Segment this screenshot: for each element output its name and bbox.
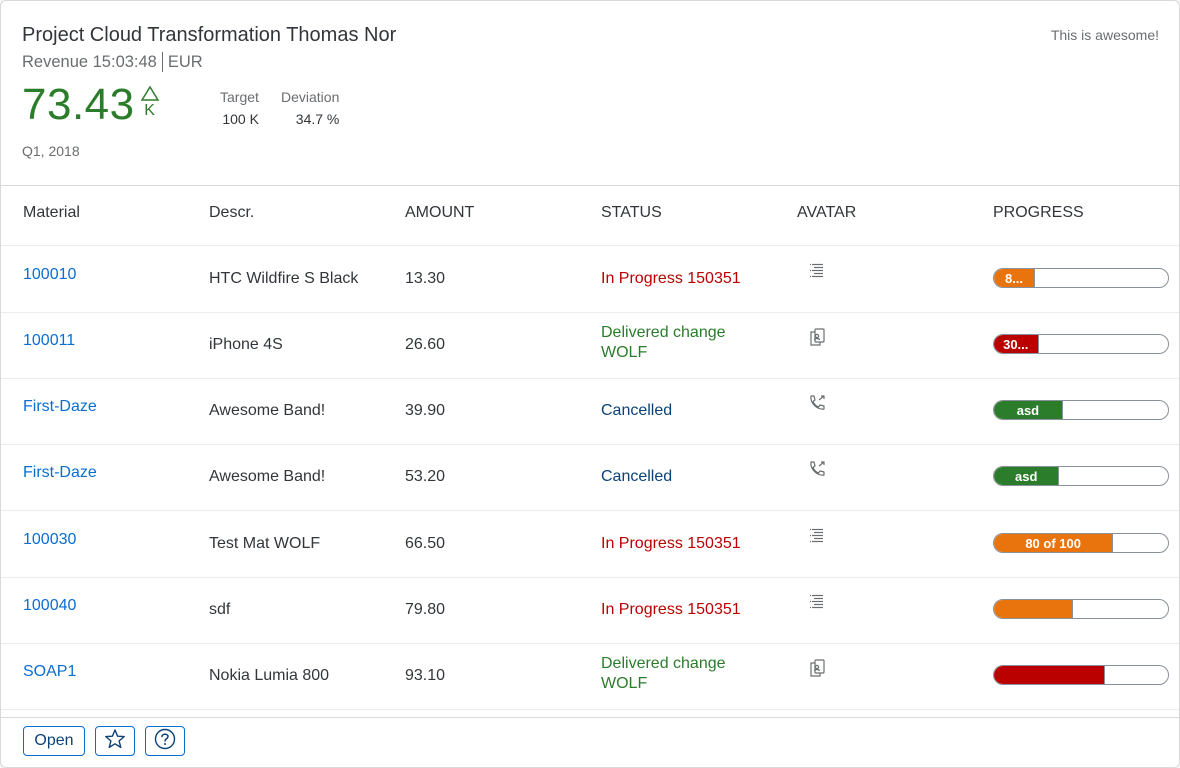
status-cell: In Progress 150351 — [601, 270, 741, 287]
favorite-button[interactable] — [95, 726, 135, 756]
target-label: Target — [220, 89, 259, 105]
progress-indicator: 80 of 100 — [993, 533, 1169, 553]
subtitle-text: Revenue 15:03:48 — [22, 52, 157, 71]
row-divider — [1, 709, 1179, 710]
progress-label: 8... — [1004, 270, 1024, 286]
progress-fill: 30... — [994, 335, 1039, 353]
description-cell: Test Mat WOLF — [209, 535, 321, 552]
status-cell: Cancelled — [601, 468, 673, 485]
amount-cell: 79.80 — [405, 601, 446, 618]
deviation-label: Deviation — [281, 89, 340, 105]
column-header-material: Material — [23, 204, 80, 221]
progress-label: asd — [1014, 468, 1038, 484]
progress-indicator — [993, 599, 1169, 619]
unit-of-measure: EUR — [167, 52, 203, 71]
analytical-card: Project Cloud Transformation Thomas Nor … — [0, 0, 1180, 768]
column-header-progress: PROGRESS — [993, 204, 1084, 221]
help-button[interactable] — [145, 726, 185, 756]
header-details: Q1, 2018 — [22, 143, 80, 159]
column-header-descr: Descr. — [209, 204, 255, 221]
card-header[interactable]: Project Cloud Transformation Thomas Nor … — [1, 1, 1179, 185]
list-icon — [807, 261, 827, 281]
status-cell: In Progress 150351 — [601, 535, 741, 552]
material-link[interactable]: 100011 — [23, 331, 75, 351]
target-value: 100 K — [222, 111, 259, 127]
deviation-value: 34.7 % — [295, 111, 340, 127]
amount-cell: 93.10 — [405, 667, 446, 684]
progress-label: 30... — [1003, 336, 1029, 352]
row-divider — [1, 643, 1179, 644]
trend-up-icon — [140, 86, 159, 101]
star-icon — [104, 728, 126, 755]
target-indicator: Target 100 K — [220, 88, 259, 128]
progress-indicator: asd — [993, 400, 1169, 420]
open-button[interactable]: Open — [23, 726, 85, 756]
list-icon — [807, 592, 827, 612]
progress-indicator: asd — [993, 466, 1169, 486]
row-divider — [1, 510, 1179, 511]
kpi-scale: K — [144, 102, 155, 119]
column-header-status: STATUS — [601, 204, 662, 221]
kpi-number: 73.43 K — [22, 77, 159, 133]
subtitle-separator — [161, 52, 163, 72]
description-cell: sdf — [209, 601, 231, 618]
card-title: Project Cloud Transformation Thomas Nor — [22, 24, 397, 46]
deviation-indicator: Deviation 34.7 % — [281, 88, 339, 128]
material-link[interactable]: 100040 — [23, 596, 76, 616]
row-divider — [1, 378, 1179, 379]
status-cell: Cancelled — [601, 402, 673, 419]
material-link[interactable]: SOAP1 — [23, 662, 76, 682]
progress-label: 80 of 100 — [1025, 535, 1081, 551]
header-status: This is awesome! — [1050, 27, 1159, 43]
row-divider — [1, 312, 1179, 313]
header-divider — [1, 185, 1179, 186]
column-header-amount: AMOUNT — [405, 204, 475, 221]
table-header-divider — [1, 245, 1179, 246]
description-cell: Nokia Lumia 800 — [209, 667, 330, 684]
outgoing-call-icon — [807, 393, 827, 413]
list-icon — [807, 526, 827, 546]
material-link[interactable]: 100030 — [23, 530, 76, 550]
kpi-value: 73.43 — [22, 80, 135, 129]
progress-fill — [994, 666, 1105, 684]
progress-fill: 80 of 100 — [994, 534, 1114, 552]
amount-cell: 66.50 — [405, 535, 446, 552]
material-link[interactable]: First-Daze — [23, 463, 97, 483]
column-header-avatar: AVATAR — [797, 204, 857, 221]
description-cell: HTC Wildfire S Black — [209, 270, 359, 287]
question-mark-icon — [154, 728, 176, 755]
card-footer: Open — [1, 717, 1179, 767]
status-cell: In Progress 150351 — [601, 601, 741, 618]
progress-indicator: 30... — [993, 334, 1169, 354]
card-subtitle: Revenue 15:03:48 EUR — [22, 52, 203, 72]
progress-fill: asd — [994, 467, 1060, 485]
kpi-indicator: K — [140, 86, 159, 120]
row-divider — [1, 577, 1179, 578]
description-cell: iPhone 4S — [209, 336, 283, 353]
progress-fill: 8... — [994, 269, 1036, 287]
description-cell: Awesome Band! — [209, 468, 326, 485]
amount-cell: 26.60 — [405, 336, 446, 353]
material-link[interactable]: 100010 — [23, 265, 76, 285]
progress-fill: asd — [994, 401, 1063, 419]
material-link[interactable]: First-Daze — [23, 397, 97, 417]
row-divider — [1, 444, 1179, 445]
amount-cell: 39.90 — [405, 402, 446, 419]
outgoing-call-icon — [807, 459, 827, 479]
progress-fill — [994, 600, 1074, 618]
amount-cell: 53.20 — [405, 468, 446, 485]
amount-cell: 13.30 — [405, 270, 446, 287]
documents-icon — [807, 327, 827, 347]
status-cell: Delivered change WOLF — [601, 324, 726, 361]
progress-indicator: 8... — [993, 268, 1169, 288]
progress-indicator — [993, 665, 1169, 685]
status-cell: Delivered change WOLF — [601, 655, 726, 692]
documents-icon — [807, 658, 827, 678]
description-cell: Awesome Band! — [209, 402, 326, 419]
progress-label: asd — [1016, 402, 1040, 418]
